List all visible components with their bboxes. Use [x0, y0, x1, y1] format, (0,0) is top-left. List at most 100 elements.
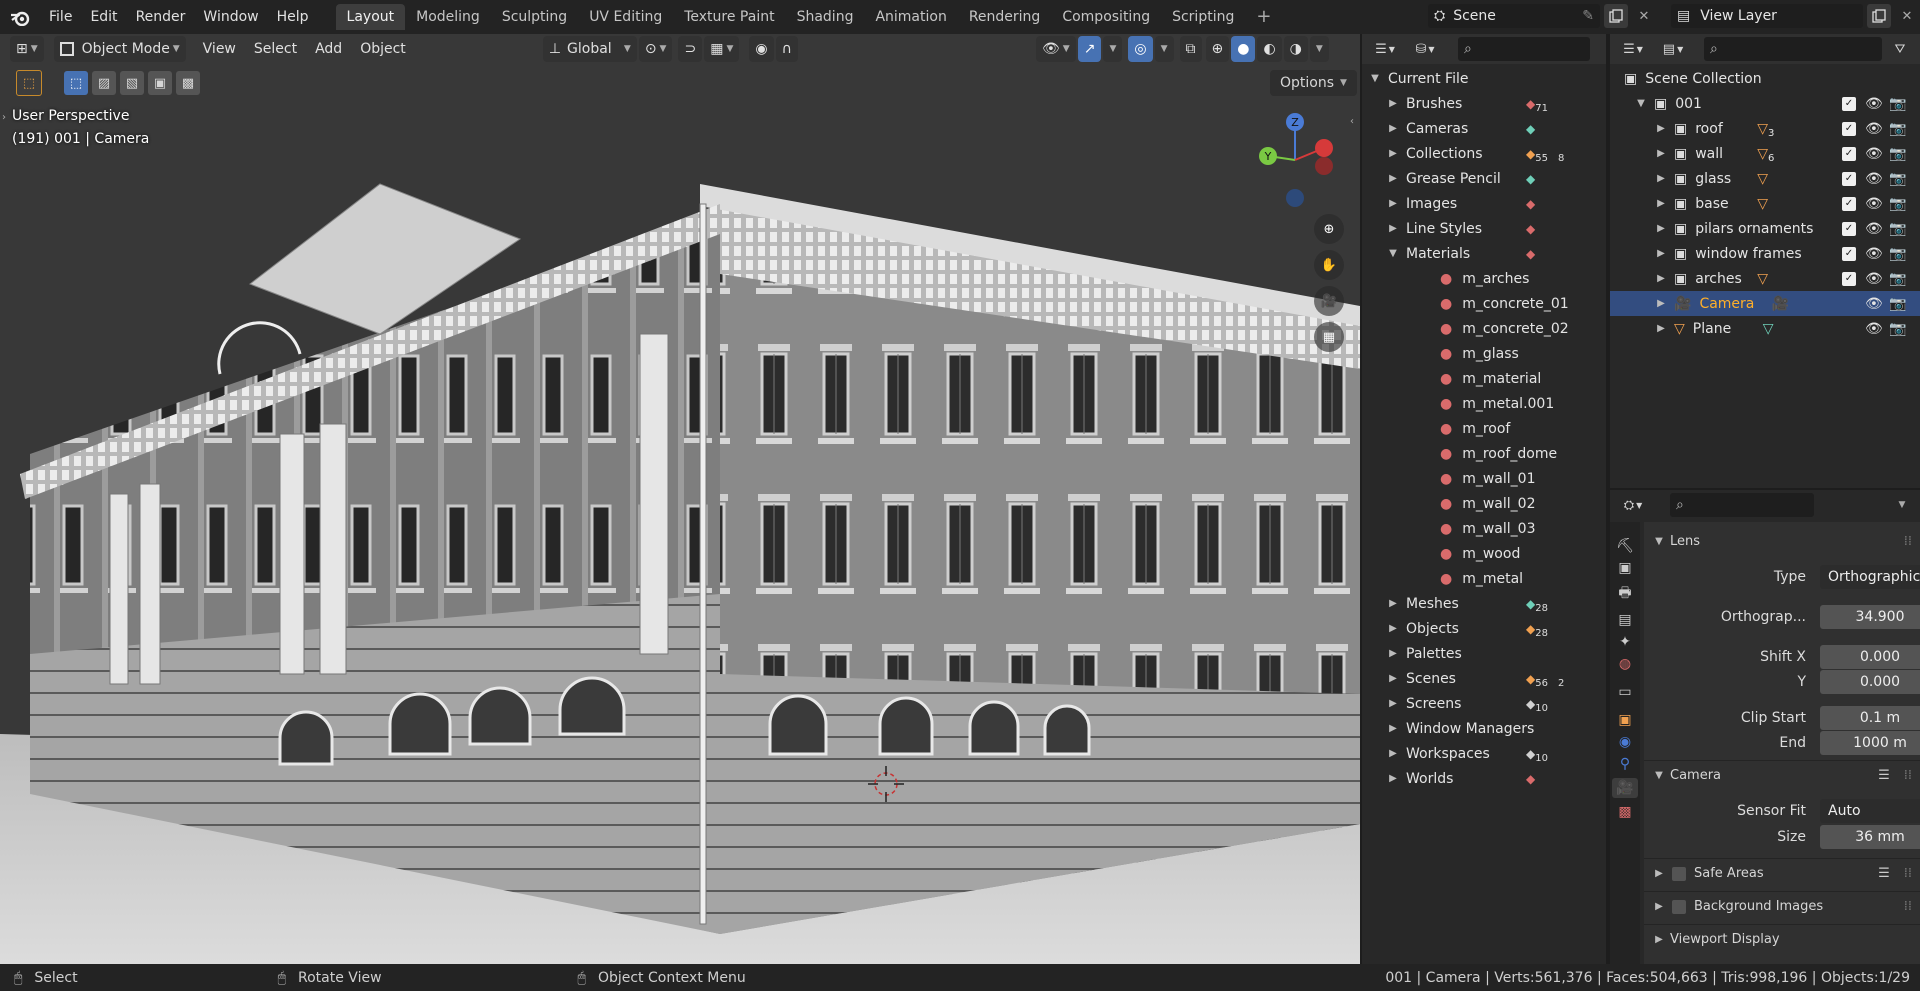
camera-render-icon[interactable]: 📷	[1889, 246, 1906, 262]
expand-arrow-icon[interactable]: ▶	[1654, 123, 1668, 134]
pivot-point-icon[interactable]: ⊙ ▼	[638, 36, 673, 62]
expand-arrow-icon[interactable]: ▶	[1386, 748, 1400, 759]
eye-icon[interactable]: 👁	[1865, 246, 1883, 262]
expand-arrow-icon[interactable]: ▶	[1386, 223, 1400, 234]
display-mode-icon[interactable]: ⛁ ▼	[1408, 37, 1442, 61]
material-item[interactable]: ● m_concrete_02	[1362, 316, 1606, 341]
expand-arrow-icon[interactable]: ▶	[1654, 198, 1668, 209]
lens-panel-header[interactable]: ▼ Lens ⁞⁞	[1644, 526, 1920, 556]
tree-row-current-file[interactable]: ▼ Current File	[1362, 66, 1606, 91]
display-mode-view-layer-icon[interactable]: ▤ ▼	[1656, 37, 1690, 61]
exclude-checkbox[interactable]: ✓	[1842, 196, 1856, 211]
expand-arrow-icon[interactable]: ▼	[1386, 248, 1400, 259]
background-images-panel-header[interactable]: ▶ Background Images ⁞⁞	[1644, 891, 1920, 921]
safe-areas-checkbox[interactable]	[1672, 866, 1686, 881]
gizmo-dropdown-icon[interactable]: ▼	[1103, 36, 1123, 62]
outliner-row-glass[interactable]: ▶ ▣ glass ▽ ✓ 👁 📷	[1610, 166, 1920, 191]
menu-help[interactable]: Help	[268, 0, 318, 34]
tab-scripting[interactable]: Scripting	[1161, 4, 1245, 30]
mode-selector[interactable]: Object Mode ▼	[53, 36, 186, 62]
drag-handle-icon[interactable]: ⁞⁞	[1904, 768, 1912, 783]
expand-arrow-icon[interactable]: ▶	[1386, 598, 1400, 609]
tree-row-collections[interactable]: ▶ Collections ◆ 55 8	[1362, 141, 1606, 166]
camera-render-icon[interactable]: 📷	[1889, 146, 1906, 162]
tree-row-collection-001[interactable]: ▼ ▣ 001 ✓ 👁 📷	[1610, 91, 1920, 116]
material-item[interactable]: ● m_wall_03	[1362, 516, 1606, 541]
transform-orientation-dropdown[interactable]: ⊥ Global ▼	[542, 36, 637, 62]
exclude-checkbox[interactable]: ✓	[1842, 171, 1856, 186]
expand-arrow-icon[interactable]: ▶	[1654, 323, 1668, 334]
expand-arrow-icon[interactable]: ▶	[1386, 148, 1400, 159]
menu-object[interactable]: Object	[351, 34, 415, 64]
exclude-checkbox[interactable]: ✓	[1842, 146, 1856, 161]
eye-icon[interactable]: 👁	[1865, 321, 1883, 337]
menu-add[interactable]: Add	[306, 34, 351, 64]
blender-logo-icon[interactable]	[0, 0, 40, 34]
exclude-checkbox[interactable]: ✓	[1842, 96, 1856, 111]
shift-x-field[interactable]: 0.000	[1820, 645, 1920, 669]
material-item[interactable]: ● m_glass	[1362, 341, 1606, 366]
select-mode-invert-icon[interactable]: ▣	[148, 71, 172, 95]
material-item[interactable]: ● m_wall_01	[1362, 466, 1606, 491]
drag-handle-icon[interactable]: ⁞⁞	[1904, 899, 1912, 914]
editor-type-properties-icon[interactable]: ⛭ ▼	[1616, 493, 1650, 517]
tab-rendering[interactable]: Rendering	[958, 4, 1052, 30]
shading-wireframe-icon[interactable]: ⊕	[1205, 36, 1230, 62]
constraints-tab-icon[interactable]: ⚲	[1620, 756, 1630, 772]
snap-icon[interactable]: ⊃	[678, 36, 703, 62]
tree-row-screens[interactable]: ▶ Screens ◆ 10	[1362, 691, 1606, 716]
exclude-checkbox[interactable]: ✓	[1842, 271, 1856, 286]
camera-render-icon[interactable]: 📷	[1889, 271, 1906, 287]
camera-render-icon[interactable]: 📷	[1889, 96, 1906, 112]
ortho-scale-field[interactable]: 34.900	[1820, 605, 1920, 629]
navigation-gizmo[interactable]: Z Y	[1250, 108, 1340, 218]
expand-arrow-icon[interactable]: ▶	[1386, 173, 1400, 184]
shading-rendered-icon[interactable]: ◑	[1283, 36, 1308, 62]
expand-arrow-icon[interactable]: ▶	[1386, 648, 1400, 659]
safe-areas-panel-header[interactable]: ▶ Safe Areas ☰ ⁞⁞	[1644, 858, 1920, 888]
menu-select[interactable]: Select	[245, 34, 306, 64]
tree-row-palettes[interactable]: ▶ Palettes	[1362, 641, 1606, 666]
clip-start-field[interactable]: 0.1 m	[1820, 706, 1920, 730]
physics-tab-icon[interactable]: ◉	[1619, 734, 1631, 750]
menu-render[interactable]: Render	[127, 0, 195, 34]
sensor-fit-dropdown[interactable]: Auto▼	[1820, 799, 1920, 823]
editor-type-scene-outliner-icon[interactable]: ☰ ▼	[1616, 37, 1650, 61]
render-tab-icon[interactable]: ▣	[1618, 560, 1631, 576]
tree-row-worlds[interactable]: ▶ Worlds ◆	[1362, 766, 1606, 791]
eye-icon[interactable]: 👁	[1865, 171, 1883, 187]
shift-y-field[interactable]: 0.000	[1820, 670, 1920, 694]
tab-modeling[interactable]: Modeling	[405, 4, 491, 30]
tree-row-meshes[interactable]: ▶ Meshes ◆ 28	[1362, 591, 1606, 616]
tree-row-cameras[interactable]: ▶ Cameras ◆	[1362, 116, 1606, 141]
falloff-icon[interactable]: ∩	[775, 36, 798, 62]
select-mode-subtract-icon[interactable]: ▧	[120, 71, 144, 95]
overlays-toggle-icon[interactable]: ◎	[1128, 36, 1153, 62]
add-workspace-button[interactable]: +	[1245, 4, 1282, 30]
scene-selector[interactable]: ⛭ Scene ✎	[1428, 4, 1600, 28]
expand-arrow-icon[interactable]: ▶	[1654, 273, 1668, 284]
collection-tab-icon[interactable]: ▭	[1618, 684, 1631, 700]
camera-view-icon[interactable]: 🎥	[1314, 286, 1344, 316]
editor-type-button[interactable]: ⊞ ▼	[10, 36, 44, 62]
pin-icon[interactable]: ✎	[1582, 8, 1594, 24]
xray-toggle-icon[interactable]: ⧉	[1179, 36, 1202, 62]
clip-end-field[interactable]: 1000 m	[1820, 731, 1920, 755]
tab-layout[interactable]: Layout	[335, 4, 406, 30]
options-dropdown[interactable]: Options ▼	[1270, 70, 1357, 96]
pan-hand-icon[interactable]: ✋	[1314, 250, 1344, 280]
select-mode-intersect-icon[interactable]: ▩	[176, 71, 200, 95]
properties-options-icon[interactable]: ▼	[1890, 493, 1914, 517]
expand-arrow-icon[interactable]: ▶	[1386, 698, 1400, 709]
outliner-row-wall[interactable]: ▶ ▣ wall ▽ 6 ✓ 👁 📷	[1610, 141, 1920, 166]
menu-window[interactable]: Window	[194, 0, 267, 34]
tree-row-window-managers[interactable]: ▶ Window Managers	[1362, 716, 1606, 741]
perspective-toggle-icon[interactable]: ▦	[1314, 322, 1344, 352]
tree-row-grease-pencil[interactable]: ▶ Grease Pencil ◆	[1362, 166, 1606, 191]
shading-dropdown-icon[interactable]: ▼	[1309, 36, 1329, 62]
shading-solid-icon[interactable]: ●	[1231, 36, 1256, 62]
eye-icon[interactable]: 👁	[1865, 271, 1883, 287]
outliner-row-window-frames[interactable]: ▶ ▣ window frames ✓ 👁 📷	[1610, 241, 1920, 266]
delete-view-layer-icon[interactable]: ✕	[1895, 4, 1919, 28]
menu-file[interactable]: File	[40, 0, 81, 34]
